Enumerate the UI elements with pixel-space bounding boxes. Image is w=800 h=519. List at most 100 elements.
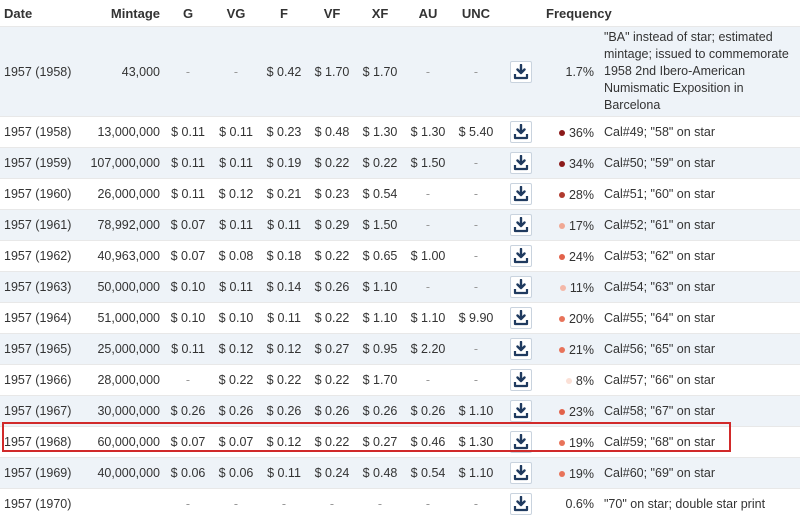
price-au-cell: $ 1.10 [404, 303, 452, 334]
column-header-mintage[interactable]: Mintage [84, 0, 164, 27]
price-vg-cell: $ 0.06 [212, 458, 260, 489]
price-g-cell: $ 0.11 [164, 334, 212, 365]
price-xf-cell: $ 1.30 [356, 117, 404, 148]
table-row[interactable]: 1957 (1959)107,000,000$ 0.11$ 0.11$ 0.19… [0, 148, 800, 179]
frequency-cell: 17% [542, 210, 598, 241]
column-header-frequency[interactable]: Frequency [542, 0, 598, 27]
description-cell: Cal#56; "65" on star [598, 334, 800, 365]
price-unc-cell: - [452, 272, 500, 303]
frequency-dot-icon [559, 316, 565, 322]
price-vg-cell: $ 0.26 [212, 396, 260, 427]
download-icon[interactable] [510, 152, 532, 174]
download-icon[interactable] [510, 276, 532, 298]
column-header-au[interactable]: AU [404, 0, 452, 27]
price-vf-cell: $ 0.22 [308, 365, 356, 396]
table-row[interactable]: 1957 (1966)28,000,000-$ 0.22$ 0.22$ 0.22… [0, 365, 800, 396]
description-cell: Cal#49; "58" on star [598, 117, 800, 148]
frequency-dot-icon [559, 192, 565, 198]
price-vf-cell: $ 0.23 [308, 179, 356, 210]
price-f-cell: $ 0.11 [260, 210, 308, 241]
price-g-cell: $ 0.10 [164, 272, 212, 303]
description-cell: Cal#54; "63" on star [598, 272, 800, 303]
table-row[interactable]: 1957 (1967)30,000,000$ 0.26$ 0.26$ 0.26$… [0, 396, 800, 427]
download-icon[interactable] [510, 369, 532, 391]
frequency-dot-icon [559, 440, 565, 446]
frequency-cell: 21% [542, 334, 598, 365]
mintage-cell: 60,000,000 [84, 427, 164, 458]
mintage-cell: 78,992,000 [84, 210, 164, 241]
price-f-cell: $ 0.42 [260, 27, 308, 117]
date-cell: 1957 (1965) [0, 334, 84, 365]
description-cell: "70" on star; double star print [598, 489, 800, 519]
frequency-value: 19% [569, 467, 594, 481]
table-row[interactable]: 1957 (1965)25,000,000$ 0.11$ 0.12$ 0.12$… [0, 334, 800, 365]
table-row[interactable]: 1957 (1970)-------0.6%"70" on star; doub… [0, 489, 800, 519]
price-g-cell: $ 0.26 [164, 396, 212, 427]
table-header-row: DateMintageGVGFVFXFAUUNC Frequency [0, 0, 800, 27]
description-cell: Cal#57; "66" on star [598, 365, 800, 396]
download-icon[interactable] [510, 121, 532, 143]
date-cell: 1957 (1960) [0, 179, 84, 210]
column-header-f[interactable]: F [260, 0, 308, 27]
frequency-cell: 28% [542, 179, 598, 210]
column-header-xf[interactable]: XF [356, 0, 404, 27]
price-unc-cell: - [452, 334, 500, 365]
download-icon[interactable] [510, 493, 532, 515]
price-vf-cell: $ 0.22 [308, 148, 356, 179]
column-header-g[interactable]: G [164, 0, 212, 27]
download-icon[interactable] [510, 400, 532, 422]
download-icon[interactable] [510, 214, 532, 236]
frequency-value: 23% [569, 405, 594, 419]
table-row[interactable]: 1957 (1968)60,000,000$ 0.07$ 0.07$ 0.12$… [0, 427, 800, 458]
frequency-cell: 0.6% [542, 489, 598, 519]
price-xf-cell: $ 1.70 [356, 27, 404, 117]
mintage-cell: 28,000,000 [84, 365, 164, 396]
price-f-cell: $ 0.12 [260, 427, 308, 458]
mintage-cell: 40,000,000 [84, 458, 164, 489]
table-row[interactable]: 1957 (1958)43,000--$ 0.42$ 1.70$ 1.70--1… [0, 27, 800, 117]
download-icon[interactable] [510, 183, 532, 205]
mintage-cell: 107,000,000 [84, 148, 164, 179]
download-icon[interactable] [510, 245, 532, 267]
frequency-dot-icon [560, 285, 566, 291]
column-header-date[interactable]: Date [0, 0, 84, 27]
date-cell: 1957 (1958) [0, 27, 84, 117]
price-vg-cell: $ 0.07 [212, 427, 260, 458]
column-header-vg[interactable]: VG [212, 0, 260, 27]
price-f-cell: $ 0.18 [260, 241, 308, 272]
column-header-description [598, 0, 800, 27]
price-f-cell: - [260, 489, 308, 519]
table-row[interactable]: 1957 (1962)40,963,000$ 0.07$ 0.08$ 0.18$… [0, 241, 800, 272]
table-row[interactable]: 1957 (1961)78,992,000$ 0.07$ 0.11$ 0.11$… [0, 210, 800, 241]
frequency-value: 28% [569, 188, 594, 202]
column-header-vf[interactable]: VF [308, 0, 356, 27]
mintage-cell: 51,000,000 [84, 303, 164, 334]
price-vg-cell: $ 0.08 [212, 241, 260, 272]
frequency-value: 21% [569, 343, 594, 357]
download-icon[interactable] [510, 431, 532, 453]
download-cell [500, 148, 542, 179]
price-vf-cell: $ 0.48 [308, 117, 356, 148]
download-cell [500, 427, 542, 458]
download-icon[interactable] [510, 61, 532, 83]
download-icon[interactable] [510, 307, 532, 329]
price-unc-cell: - [452, 210, 500, 241]
price-g-cell: $ 0.11 [164, 179, 212, 210]
date-cell: 1957 (1967) [0, 396, 84, 427]
table-row[interactable]: 1957 (1958)13,000,000$ 0.11$ 0.11$ 0.23$… [0, 117, 800, 148]
price-vg-cell: - [212, 27, 260, 117]
frequency-dot-icon [559, 254, 565, 260]
price-vg-cell: $ 0.12 [212, 334, 260, 365]
price-xf-cell: $ 0.27 [356, 427, 404, 458]
table-row[interactable]: 1957 (1960)26,000,000$ 0.11$ 0.12$ 0.21$… [0, 179, 800, 210]
price-vf-cell: $ 0.22 [308, 241, 356, 272]
table-row[interactable]: 1957 (1969)40,000,000$ 0.06$ 0.06$ 0.11$… [0, 458, 800, 489]
table-row[interactable]: 1957 (1964)51,000,000$ 0.10$ 0.10$ 0.11$… [0, 303, 800, 334]
price-xf-cell: $ 1.10 [356, 272, 404, 303]
table-row[interactable]: 1957 (1963)50,000,000$ 0.10$ 0.11$ 0.14$… [0, 272, 800, 303]
download-icon[interactable] [510, 462, 532, 484]
frequency-cell: 19% [542, 458, 598, 489]
column-header-unc[interactable]: UNC [452, 0, 500, 27]
download-icon[interactable] [510, 338, 532, 360]
price-unc-cell: - [452, 148, 500, 179]
